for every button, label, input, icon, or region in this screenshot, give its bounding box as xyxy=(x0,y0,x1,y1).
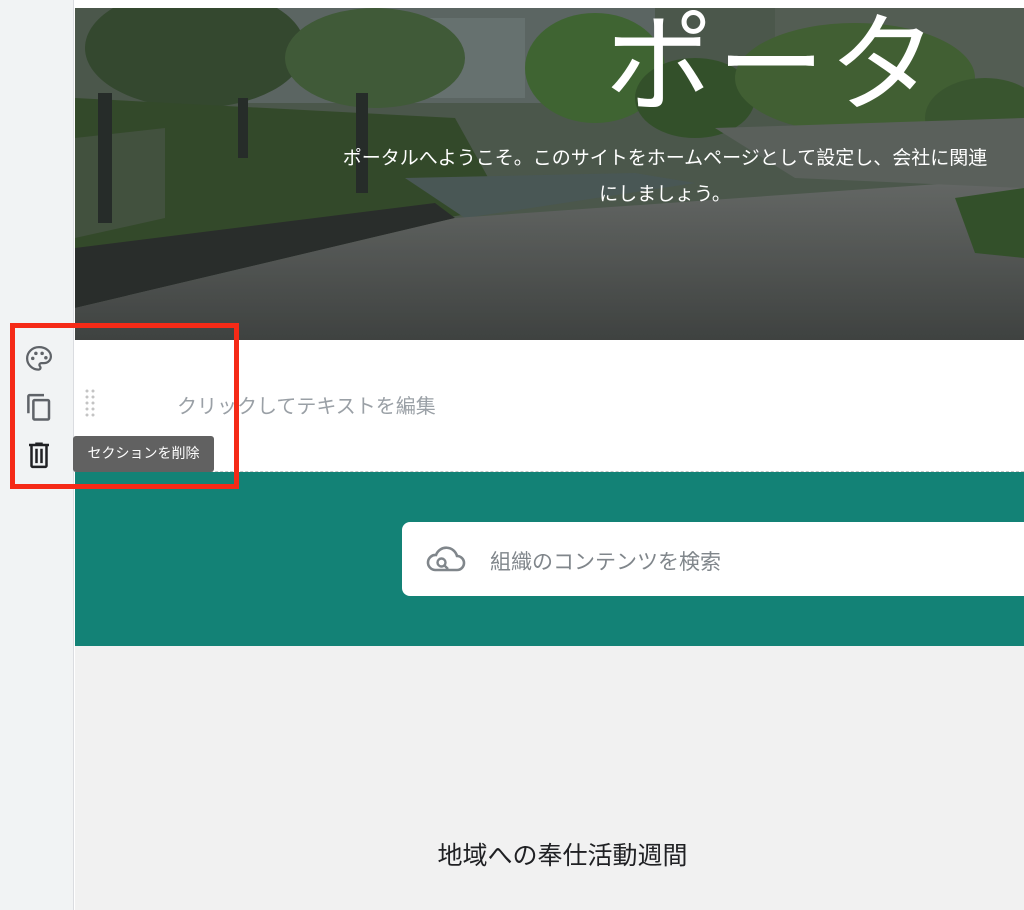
annotation-highlight-box xyxy=(10,323,239,489)
search-placeholder: 組織のコンテンツを検索 xyxy=(490,550,721,574)
lower-section: 地域への奉仕活動週間 xyxy=(75,646,1024,910)
hero-subtitle-line-2: にしましょう。 xyxy=(599,183,731,205)
search-section: 組織のコンテンツを検索 xyxy=(75,472,1024,646)
hero-title: ポータ xyxy=(605,8,942,128)
top-strip xyxy=(75,0,1024,8)
cloud-search-icon xyxy=(426,546,466,572)
hero-subtitle-line-1: ポータルへようこそ。このサイトをホームページとして設定し、会社に関連 xyxy=(342,147,988,169)
hero-banner[interactable]: ポータ ポータルへようこそ。このサイトをホームページとして設定し、会社に関連 に… xyxy=(75,8,1024,340)
search-input[interactable]: 組織のコンテンツを検索 xyxy=(402,522,1024,596)
section-heading: 地域への奉仕活動週間 xyxy=(437,841,688,870)
